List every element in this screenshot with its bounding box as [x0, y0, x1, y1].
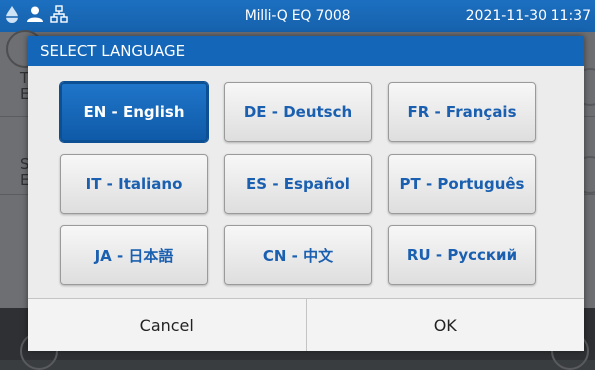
language-button-pt[interactable]: PT - Português — [388, 154, 536, 214]
language-button-ja[interactable]: JA - 日本語 — [60, 225, 208, 285]
select-language-dialog: SELECT LANGUAGE EN - English DE - Deutsc… — [28, 36, 584, 351]
language-button-es[interactable]: ES - Español — [224, 154, 372, 214]
language-button-ru[interactable]: RU - Русский — [388, 225, 536, 285]
language-button-de[interactable]: DE - Deutsch — [224, 82, 372, 142]
language-grid: EN - English DE - Deutsch FR - Français … — [28, 66, 584, 298]
ok-button[interactable]: OK — [305, 299, 585, 351]
language-button-fr[interactable]: FR - Français — [388, 82, 536, 142]
status-time: 11:37 — [550, 8, 591, 24]
status-bar: Milli-Q EQ 7008 2021-11-30 11:37 — [0, 0, 595, 32]
status-date: 2021-11-30 — [465, 8, 547, 24]
language-button-cn[interactable]: CN - 中文 — [224, 225, 372, 285]
cancel-button[interactable]: Cancel — [28, 299, 306, 351]
language-button-it[interactable]: IT - Italiano — [60, 154, 208, 214]
dialog-footer: Cancel OK — [28, 298, 584, 351]
dialog-title: SELECT LANGUAGE — [28, 36, 584, 66]
language-button-en[interactable]: EN - English — [60, 82, 208, 142]
